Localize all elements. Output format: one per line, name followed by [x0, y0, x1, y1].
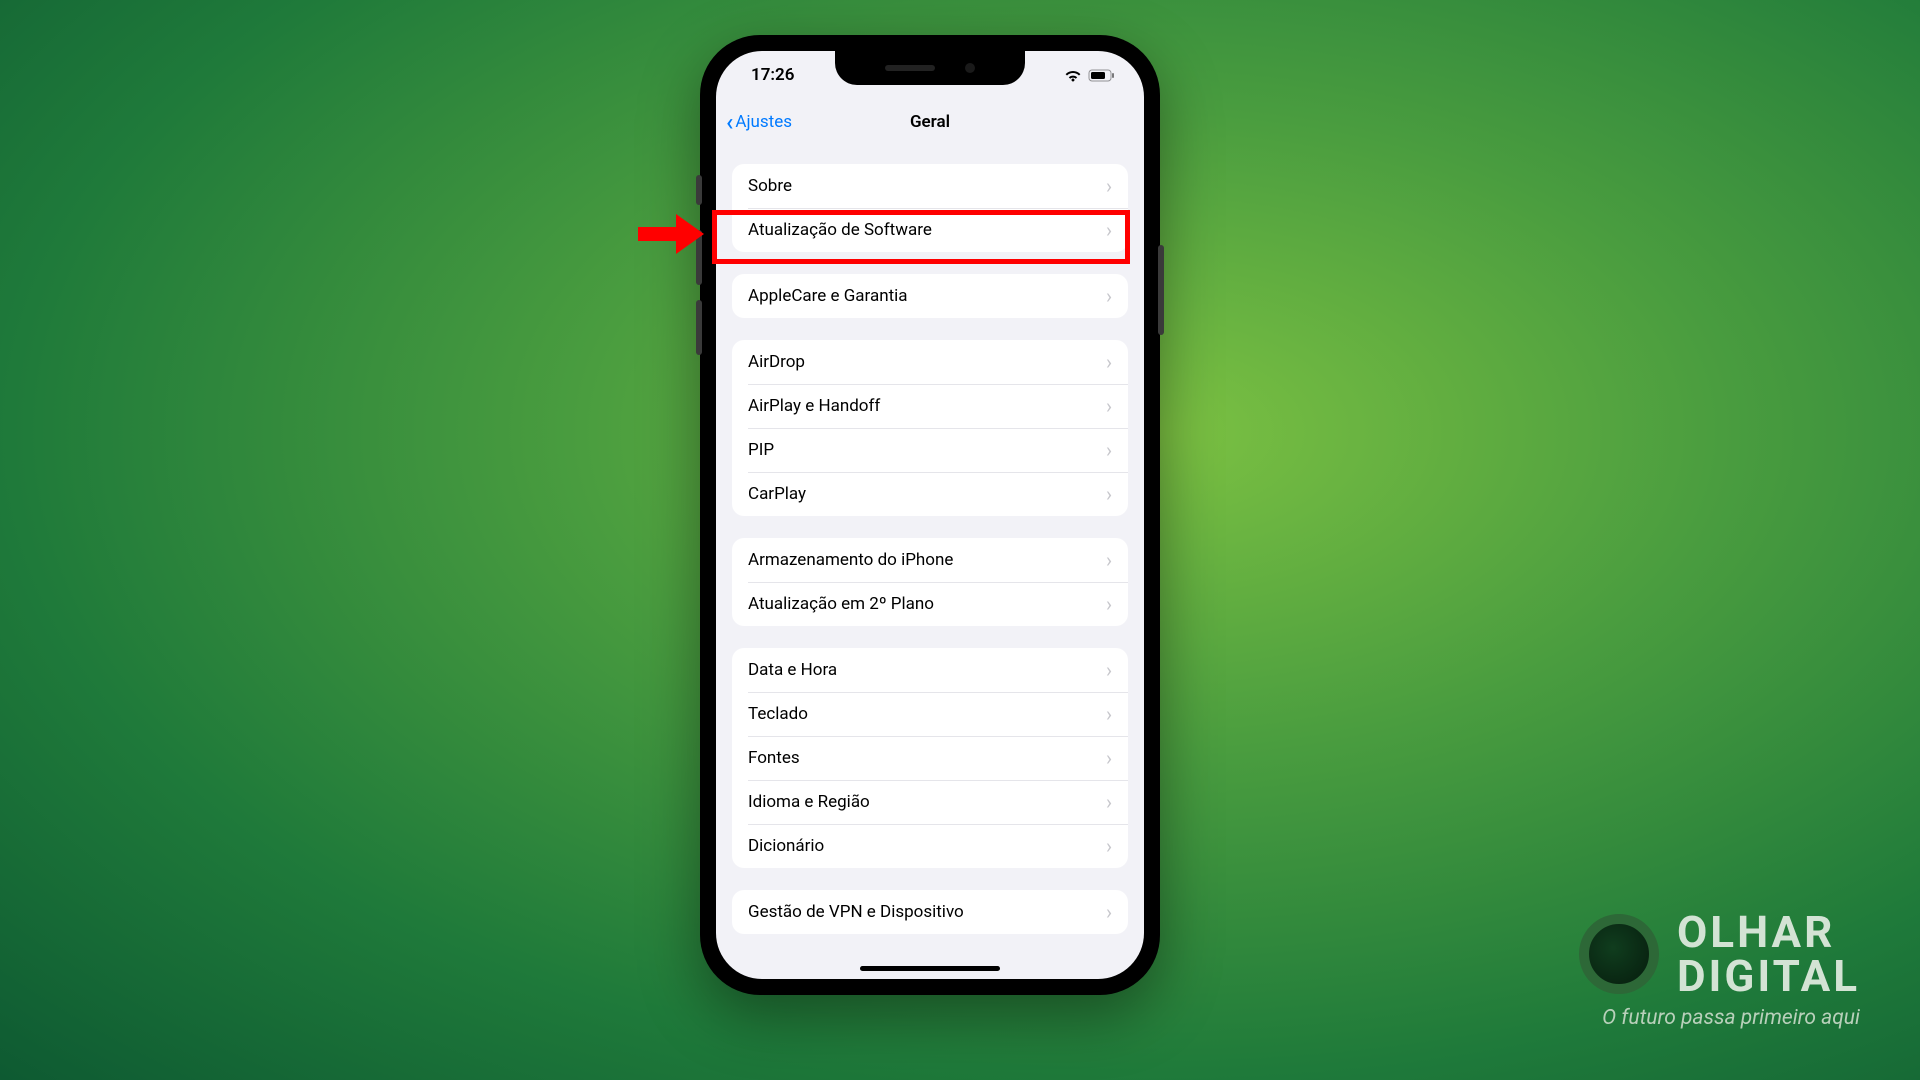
settings-group: Armazenamento do iPhone › Atualização em…	[732, 538, 1128, 626]
row-carplay[interactable]: CarPlay ›	[732, 472, 1128, 516]
front-camera	[965, 63, 975, 73]
chevron-right-icon: ›	[1106, 746, 1112, 770]
status-time: 17:26	[751, 65, 794, 85]
phone-frame: 17:26 ‹ Ajustes Geral Sobre ›	[700, 35, 1160, 995]
row-pip[interactable]: PIP ›	[732, 428, 1128, 472]
settings-group: Gestão de VPN e Dispositivo ›	[732, 890, 1128, 934]
settings-group: Sobre › Atualização de Software ›	[732, 164, 1128, 252]
phone-screen: 17:26 ‹ Ajustes Geral Sobre ›	[716, 51, 1144, 979]
callout-arrow-icon	[638, 214, 708, 254]
chevron-right-icon: ›	[1106, 702, 1112, 726]
row-label: AirDrop	[748, 352, 805, 372]
row-airplay[interactable]: AirPlay e Handoff ›	[732, 384, 1128, 428]
speaker-grille	[885, 65, 935, 71]
back-label: Ajustes	[735, 112, 792, 132]
brand-tagline: O futuro passa primeiro aqui	[1602, 1006, 1860, 1030]
chevron-left-icon: ‹	[726, 110, 733, 134]
brand-name-line2: DIGITAL	[1677, 954, 1860, 998]
row-vpn-device[interactable]: Gestão de VPN e Dispositivo ›	[732, 890, 1128, 934]
chevron-right-icon: ›	[1106, 284, 1112, 308]
row-label: Idioma e Região	[748, 792, 870, 812]
row-dictionary[interactable]: Dicionário ›	[732, 824, 1128, 868]
row-software-update[interactable]: Atualização de Software ›	[732, 208, 1128, 252]
settings-group: AirDrop › AirPlay e Handoff › PIP › CarP…	[732, 340, 1128, 516]
brand-name-line1: OLHAR	[1677, 910, 1860, 954]
row-fonts[interactable]: Fontes ›	[732, 736, 1128, 780]
settings-content[interactable]: Sobre › Atualização de Software › AppleC…	[716, 144, 1144, 979]
notch	[835, 51, 1025, 85]
row-label: Data e Hora	[748, 660, 837, 680]
settings-group: Data e Hora › Teclado › Fontes › Idioma …	[732, 648, 1128, 868]
row-background-refresh[interactable]: Atualização em 2º Plano ›	[732, 582, 1128, 626]
chevron-right-icon: ›	[1106, 174, 1112, 198]
row-storage[interactable]: Armazenamento do iPhone ›	[732, 538, 1128, 582]
settings-group: AppleCare e Garantia ›	[732, 274, 1128, 318]
row-date-time[interactable]: Data e Hora ›	[732, 648, 1128, 692]
row-label: Dicionário	[748, 836, 824, 856]
logo-icon	[1579, 914, 1659, 994]
row-label: AppleCare e Garantia	[748, 286, 908, 306]
row-label: Fontes	[748, 748, 800, 768]
row-label: Teclado	[748, 704, 808, 724]
row-airdrop[interactable]: AirDrop ›	[732, 340, 1128, 384]
row-label: CarPlay	[748, 484, 806, 504]
row-label: Sobre	[748, 176, 792, 196]
row-label: Gestão de VPN e Dispositivo	[748, 902, 964, 922]
battery-icon	[1088, 69, 1116, 82]
chevron-right-icon: ›	[1106, 438, 1112, 462]
row-language-region[interactable]: Idioma e Região ›	[732, 780, 1128, 824]
chevron-right-icon: ›	[1106, 218, 1112, 242]
brand-logo: OLHAR DIGITAL O futuro passa primeiro aq…	[1579, 910, 1860, 1030]
row-about[interactable]: Sobre ›	[732, 164, 1128, 208]
row-keyboard[interactable]: Teclado ›	[732, 692, 1128, 736]
chevron-right-icon: ›	[1106, 834, 1112, 858]
row-label: PIP	[748, 440, 774, 460]
power-button	[1158, 245, 1164, 335]
wifi-icon	[1064, 69, 1082, 82]
chevron-right-icon: ›	[1106, 482, 1112, 506]
chevron-right-icon: ›	[1106, 900, 1112, 924]
back-button[interactable]: ‹ Ajustes	[726, 110, 792, 134]
row-label: AirPlay e Handoff	[748, 396, 880, 416]
row-label: Atualização em 2º Plano	[748, 594, 934, 614]
page-title: Geral	[910, 112, 950, 132]
navigation-bar: ‹ Ajustes Geral	[716, 99, 1144, 144]
chevron-right-icon: ›	[1106, 548, 1112, 572]
silent-switch	[696, 175, 702, 205]
chevron-right-icon: ›	[1106, 592, 1112, 616]
chevron-right-icon: ›	[1106, 350, 1112, 374]
chevron-right-icon: ›	[1106, 394, 1112, 418]
row-label: Armazenamento do iPhone	[748, 550, 953, 570]
chevron-right-icon: ›	[1106, 658, 1112, 682]
row-applecare[interactable]: AppleCare e Garantia ›	[732, 274, 1128, 318]
chevron-right-icon: ›	[1106, 790, 1112, 814]
row-label: Atualização de Software	[748, 220, 932, 240]
volume-down-button	[696, 300, 702, 355]
home-indicator[interactable]	[860, 966, 1000, 971]
